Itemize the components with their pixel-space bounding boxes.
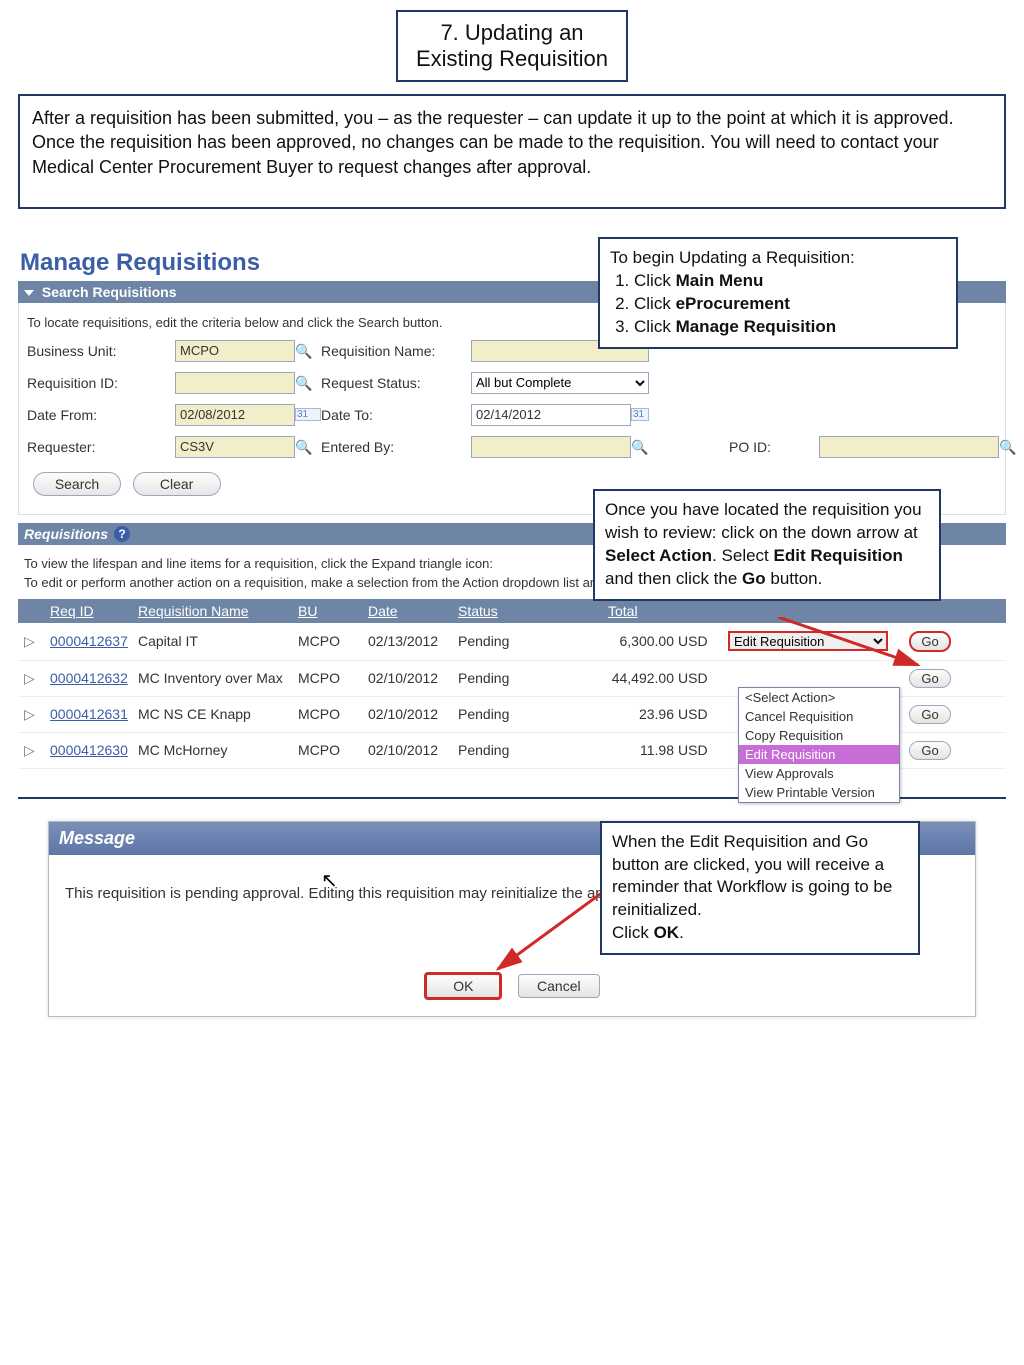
reqid-link[interactable]: 0000412637 <box>50 633 138 649</box>
expand-icon[interactable]: ▷ <box>24 706 50 723</box>
bu-label: Business Unit: <box>27 343 175 359</box>
requisitions-panel-title: Requisitions <box>24 526 108 542</box>
col-name[interactable]: Requisition Name <box>138 603 298 619</box>
poid-label: PO ID: <box>729 439 819 455</box>
search-panel-title: Search Requisitions <box>42 284 177 300</box>
dropdown-option[interactable]: <Select Action> <box>739 688 899 707</box>
lookup-icon[interactable]: 🔍 <box>631 440 649 454</box>
lookup-icon[interactable]: 🔍 <box>295 344 321 358</box>
doc-title-l2: Existing Requisition <box>416 46 608 71</box>
reqid-label: Requisition ID: <box>27 375 175 391</box>
callout-message: When the Edit Requisition and Go button … <box>600 821 920 956</box>
req-currency: USD <box>678 706 728 722</box>
table-row: ▷ 0000412637 Capital IT MCPO 02/13/2012 … <box>18 623 1006 661</box>
col-total[interactable]: Total <box>608 603 728 619</box>
dropdown-option[interactable]: Copy Requisition <box>739 726 899 745</box>
reqid-link[interactable]: 0000412630 <box>50 742 138 758</box>
from-input[interactable] <box>175 404 295 426</box>
req-bu: MCPO <box>298 670 368 686</box>
callout-begin: To begin Updating a Requisition: Click M… <box>598 237 958 349</box>
req-total: 23.96 <box>578 706 678 722</box>
req-date: 02/10/2012 <box>368 706 458 722</box>
req-bu: MCPO <box>298 742 368 758</box>
dropdown-option-selected[interactable]: Edit Requisition <box>739 745 899 764</box>
entered-label: Entered By: <box>321 439 471 455</box>
poid-input[interactable] <box>819 436 999 458</box>
req-total: 11.98 <box>578 742 678 758</box>
req-name: MC Inventory over Max <box>138 670 298 686</box>
col-status[interactable]: Status <box>458 603 608 619</box>
cursor-icon: ↖ <box>321 868 338 893</box>
reqid-link[interactable]: 0000412632 <box>50 670 138 686</box>
req-bu: MCPO <box>298 633 368 649</box>
col-date[interactable]: Date <box>368 603 458 619</box>
calendar-icon[interactable]: 31 <box>295 408 321 421</box>
app-screenshot: Manage Requisitions Search Requisitions … <box>18 249 1006 769</box>
clear-button[interactable]: Clear <box>133 472 221 496</box>
req-name: Capital IT <box>138 633 298 649</box>
req-status: Pending <box>458 633 578 649</box>
dropdown-option[interactable]: Cancel Requisition <box>739 707 899 726</box>
req-currency: USD <box>678 742 728 758</box>
reqname-label: Requisition Name: <box>321 343 471 359</box>
doc-title-l1: 7. Updating an <box>440 20 583 45</box>
callout-select-action: Once you have located the requisition yo… <box>593 489 941 601</box>
req-name: MC NS CE Knapp <box>138 706 298 722</box>
search-button[interactable]: Search <box>33 472 121 496</box>
to-label: Date To: <box>321 407 471 423</box>
lookup-icon[interactable]: 🔍 <box>295 376 321 390</box>
status-label: Request Status: <box>321 375 471 391</box>
bu-input[interactable] <box>175 340 295 362</box>
expand-icon[interactable]: ▷ <box>24 670 50 687</box>
expand-icon[interactable]: ▷ <box>24 742 50 759</box>
intro-text: After a requisition has been submitted, … <box>18 94 1006 209</box>
req-currency: USD <box>678 633 728 649</box>
table-header: Req ID Requisition Name BU Date Status T… <box>18 599 1006 623</box>
requester-input[interactable] <box>175 436 295 458</box>
entered-input[interactable] <box>471 436 631 458</box>
to-input[interactable] <box>471 404 631 426</box>
action-dropdown[interactable]: <Select Action> Cancel Requisition Copy … <box>738 687 900 803</box>
req-bu: MCPO <box>298 706 368 722</box>
req-date: 02/10/2012 <box>368 742 458 758</box>
lookup-icon[interactable]: 🔍 <box>295 440 321 454</box>
dropdown-option[interactable]: View Approvals <box>739 764 899 783</box>
requester-label: Requester: <box>27 439 175 455</box>
ok-button[interactable]: OK <box>424 972 502 1000</box>
req-name: MC McHorney <box>138 742 298 758</box>
go-button[interactable]: Go <box>909 631 951 652</box>
col-bu[interactable]: BU <box>298 603 368 619</box>
reqid-input[interactable] <box>175 372 295 394</box>
dropdown-option[interactable]: View Printable Version <box>739 783 899 802</box>
cancel-button[interactable]: Cancel <box>518 974 600 998</box>
help-icon[interactable]: ? <box>114 526 130 542</box>
from-label: Date From: <box>27 407 175 423</box>
collapse-icon[interactable] <box>24 290 34 296</box>
go-button[interactable]: Go <box>909 669 951 688</box>
req-status: Pending <box>458 670 578 686</box>
req-total: 44,492.00 <box>578 670 678 686</box>
go-button[interactable]: Go <box>909 741 951 760</box>
col-reqid[interactable]: Req ID <box>50 603 138 619</box>
req-status: Pending <box>458 706 578 722</box>
action-select[interactable]: Edit Requisition <box>728 631 888 651</box>
status-select[interactable]: All but Complete <box>471 372 649 394</box>
expand-icon[interactable]: ▷ <box>24 633 50 650</box>
reqid-link[interactable]: 0000412631 <box>50 706 138 722</box>
calendar-icon[interactable]: 31 <box>631 408 649 421</box>
lookup-icon[interactable]: 🔍 <box>999 440 1019 454</box>
req-total: 6,300.00 <box>578 633 678 649</box>
req-date: 02/10/2012 <box>368 670 458 686</box>
go-button[interactable]: Go <box>909 705 951 724</box>
doc-title: 7. Updating an Existing Requisition <box>396 10 628 82</box>
req-currency: USD <box>678 670 728 686</box>
req-status: Pending <box>458 742 578 758</box>
req-date: 02/13/2012 <box>368 633 458 649</box>
